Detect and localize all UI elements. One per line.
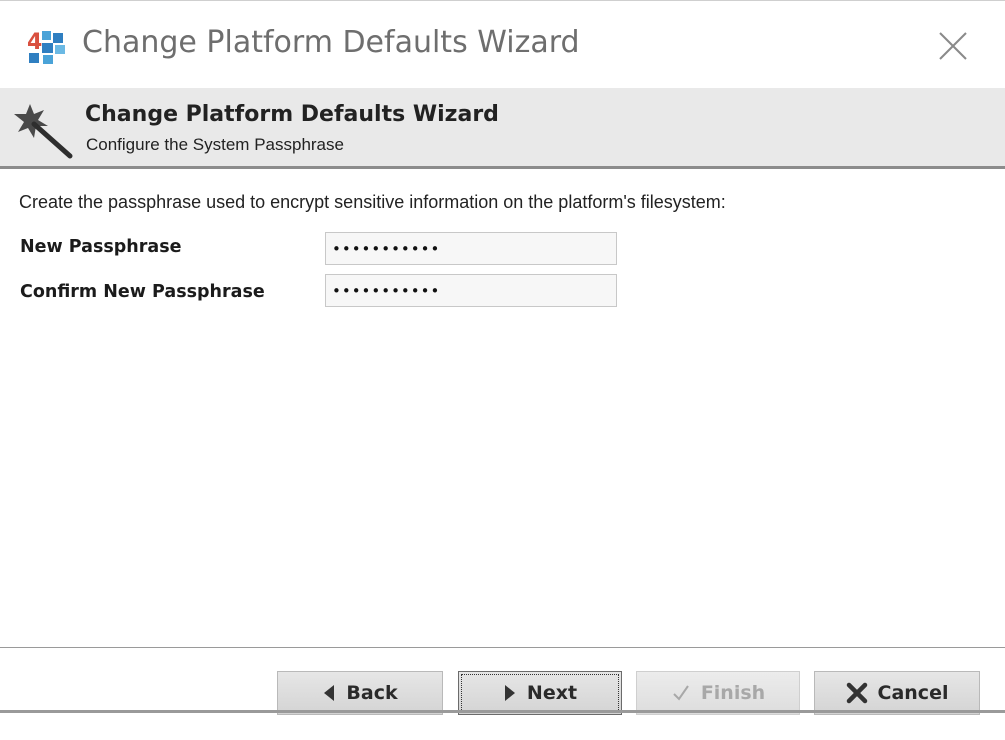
- instruction-text: Create the passphrase used to encrypt se…: [19, 192, 726, 212]
- header-subtitle: Configure the System Passphrase: [86, 135, 344, 154]
- new-passphrase-field[interactable]: •••••••••••: [325, 232, 617, 265]
- new-passphrase-value: •••••••••••: [332, 239, 441, 258]
- title-bar: 4 Change Platform Defaults Wizard: [0, 1, 1005, 87]
- next-button-label: Next: [526, 682, 578, 704]
- next-button[interactable]: Next: [458, 671, 622, 715]
- finish-button[interactable]: Finish: [636, 671, 800, 715]
- cancel-x-icon: [846, 682, 867, 704]
- wizard-header: [0, 88, 1005, 168]
- back-button-label: Back: [346, 682, 398, 704]
- arrow-right-icon: [504, 685, 515, 701]
- finish-button-label: Finish: [700, 682, 766, 704]
- cancel-button-label: Cancel: [877, 682, 949, 704]
- niagara-4-icon: 4: [27, 30, 65, 64]
- checkmark-icon: [673, 685, 689, 701]
- header-divider: [0, 166, 1005, 169]
- confirm-passphrase-value: •••••••••••: [332, 281, 441, 300]
- window-bottom-border: [0, 710, 1005, 713]
- magic-wand-icon: [14, 104, 73, 159]
- close-icon[interactable]: [930, 23, 976, 69]
- header-title: Change Platform Defaults Wizard: [85, 102, 499, 127]
- wizard-window: 4 Change Platform Defaults Wizard Change…: [0, 0, 1005, 740]
- back-button[interactable]: Back: [277, 671, 443, 715]
- window-title: Change Platform Defaults Wizard: [82, 25, 580, 60]
- confirm-passphrase-field[interactable]: •••••••••••: [325, 274, 617, 307]
- new-passphrase-label: New Passphrase: [20, 237, 182, 257]
- arrow-left-icon: [324, 685, 335, 701]
- cancel-button[interactable]: Cancel: [814, 671, 980, 715]
- svg-text:4: 4: [27, 30, 42, 55]
- footer-divider: [0, 647, 1005, 648]
- confirm-passphrase-label: Confirm New Passphrase: [20, 282, 265, 302]
